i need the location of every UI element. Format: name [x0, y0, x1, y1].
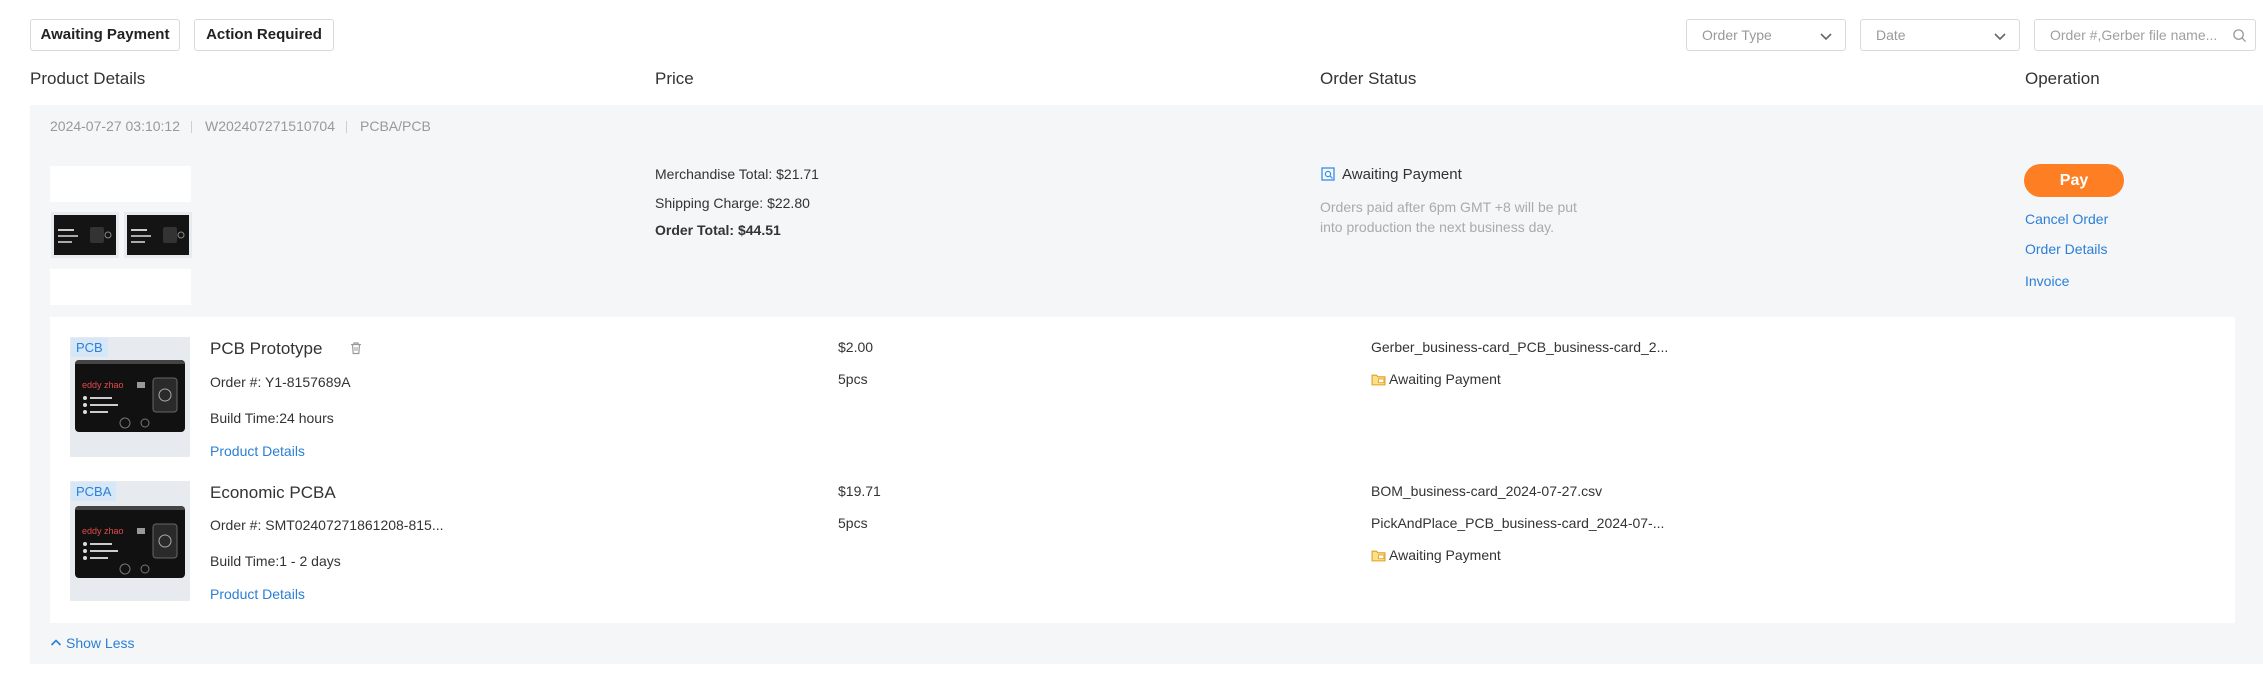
meta-divider [191, 121, 192, 133]
order-details-link[interactable]: Order Details [2025, 241, 2107, 257]
trash-icon[interactable] [349, 341, 363, 355]
pcba-item-thumbnail[interactable]: eddy zhao [75, 506, 185, 578]
order-category: PCBA/PCB [360, 118, 431, 134]
production-note: Orders paid after 6pm GMT +8 will be put… [1320, 199, 1577, 235]
awaiting-payment-icon [1321, 167, 1335, 181]
business-card-image [75, 506, 185, 575]
action-required-filter-button[interactable]: Action Required [194, 19, 334, 51]
pcba-build-time: Build Time:1 - 2 days [210, 553, 341, 569]
pcb-quantity: 5pcs [838, 371, 868, 387]
thumbnail-placeholder [50, 166, 191, 202]
column-header-operation: Operation [2025, 69, 2100, 88]
date-placeholder: Date [1876, 27, 1906, 43]
awaiting-payment-filter-button[interactable]: Awaiting Payment [30, 19, 180, 51]
order-status: Awaiting Payment [1342, 166, 1462, 183]
order-thumbnail-pcba[interactable] [124, 212, 192, 258]
pcba-item-title: Economic PCBA [210, 483, 336, 502]
show-less-label: Show Less [66, 635, 135, 651]
pcb-item-title: PCB Prototype [210, 339, 323, 358]
order-type-placeholder: Order Type [1702, 27, 1772, 43]
pcb-item-status: Awaiting Payment [1389, 371, 1501, 387]
pay-button[interactable]: Pay [2024, 164, 2124, 197]
action-required-filter-label: Action Required [206, 26, 322, 43]
pcba-price: $19.71 [838, 483, 881, 499]
date-select[interactable]: Date [1860, 19, 2020, 51]
order-thumbnail-pcb[interactable] [51, 212, 119, 258]
column-header-order-status: Order Status [1320, 69, 1417, 88]
pcb-price: $2.00 [838, 339, 874, 355]
business-card-image [127, 215, 189, 255]
awaiting-payment-folder-icon [1371, 550, 1386, 562]
order-total: Order Total: $44.51 [655, 222, 781, 238]
chevron-down-icon [1820, 33, 1832, 41]
pcb-item-thumbnail[interactable]: eddy zhao [75, 360, 185, 432]
merchandise-total: Merchandise Total: $21.71 [655, 166, 819, 182]
show-less-toggle[interactable]: Show Less [50, 635, 134, 651]
pcba-order-number: Order #: SMT02407271861208-815... [210, 517, 444, 533]
pcb-build-time: Build Time:24 hours [210, 410, 334, 426]
business-card-image [54, 215, 116, 255]
pcb-product-details-link[interactable]: Product Details [210, 443, 305, 459]
invoice-link[interactable]: Invoice [2025, 273, 2069, 289]
cancel-order-link[interactable]: Cancel Order [2025, 211, 2108, 227]
awaiting-payment-folder-icon [1371, 374, 1386, 386]
thumbnail-placeholder [50, 269, 191, 305]
order-search-input[interactable] [2050, 21, 2230, 49]
pcba-item-status: Awaiting Payment [1389, 547, 1501, 563]
order-search-box[interactable] [2034, 19, 2256, 51]
pcba-bom-file[interactable]: BOM_business-card_2024-07-27.csv [1371, 483, 1602, 499]
chevron-up-icon [50, 639, 62, 646]
chevron-down-icon [1994, 33, 2006, 41]
pcba-product-details-link[interactable]: Product Details [210, 586, 305, 602]
meta-divider [346, 121, 347, 133]
shipping-charge: Shipping Charge: $22.80 [655, 195, 810, 211]
pcba-pick-and-place-file[interactable]: PickAndPlace_PCB_business-card_2024-07-.… [1371, 515, 1664, 531]
pcba-tag: PCBA [71, 482, 117, 501]
pcba-quantity: 5pcs [838, 515, 868, 531]
order-type-select[interactable]: Order Type [1686, 19, 1846, 51]
business-card-image [75, 360, 185, 429]
search-icon[interactable] [2232, 28, 2247, 43]
column-header-price: Price [655, 69, 694, 88]
pcb-tag: PCB [71, 338, 108, 357]
order-items-panel [50, 317, 2235, 623]
pcb-gerber-file[interactable]: Gerber_business-card_PCB_business-card_2… [1371, 339, 1668, 355]
pcb-order-number: Order #: Y1-8157689A [210, 374, 351, 390]
column-header-product-details: Product Details [30, 69, 146, 88]
order-datetime: 2024-07-27 03:10:12 [50, 118, 180, 134]
order-id: W202407271510704 [205, 118, 336, 134]
awaiting-payment-filter-label: Awaiting Payment [40, 26, 170, 43]
